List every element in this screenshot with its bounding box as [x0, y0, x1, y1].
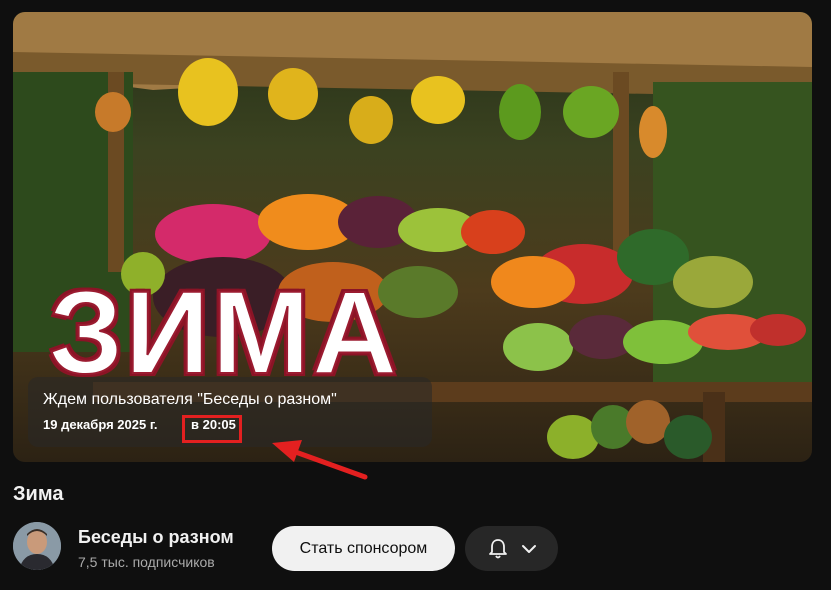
sponsor-button[interactable]: Стать спонсором	[272, 526, 455, 571]
video-player[interactable]: ЗИМА Ждем пользователя "Беседы о разном"…	[13, 12, 812, 462]
notification-bell-button[interactable]	[465, 526, 558, 571]
premiere-waiting-text: Ждем пользователя "Беседы о разном"	[43, 391, 337, 408]
thumbnail-overlay-title: ЗИМА	[48, 267, 400, 399]
chevron-down-icon	[521, 544, 536, 553]
annotation-highlight-box	[182, 415, 242, 443]
avatar-image	[13, 522, 61, 570]
channel-name[interactable]: Беседы о разном	[78, 527, 234, 548]
annotation-arrow	[272, 440, 368, 480]
bell-icon	[488, 538, 507, 558]
video-title: Зима	[13, 483, 64, 505]
subscriber-count: 7,5 тыс. подписчиков	[78, 554, 215, 570]
premiere-date: 19 декабря 2025 г.	[43, 417, 158, 432]
channel-avatar[interactable]	[13, 522, 61, 570]
